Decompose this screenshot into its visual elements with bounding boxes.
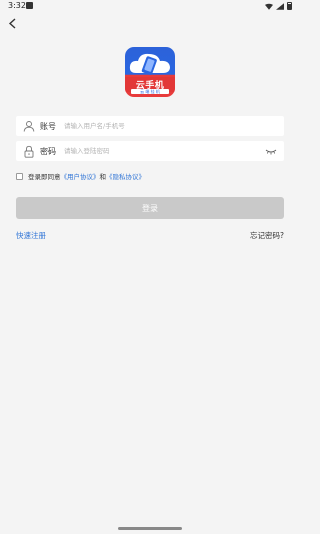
logo-subtitle: 云 端 挂 机 — [131, 89, 169, 94]
agreement-checkbox[interactable] — [16, 172, 23, 180]
gesture-nav-bar — [118, 527, 182, 530]
status-time: 3:32 — [8, 1, 26, 10]
back-icon — [8, 17, 15, 29]
user-agreement-link[interactable]: 《用户协议》 — [61, 171, 100, 181]
battery-icon — [287, 2, 292, 10]
wifi-icon — [265, 3, 273, 10]
account-label: 账号 — [40, 121, 56, 131]
signal-icon — [276, 2, 284, 10]
quick-register-link[interactable]: 快速注册 — [16, 230, 46, 241]
eye-closed-icon — [265, 149, 277, 154]
agreement-row: 登录即同意 《用户协议》 和 《隐私协议》 — [16, 171, 145, 181]
cloud-phone-icon — [129, 53, 170, 75]
account-field[interactable]: 账号 — [16, 116, 284, 136]
notification-icon — [26, 2, 33, 9]
forgot-password-link[interactable]: 忘记密码? — [250, 230, 284, 241]
app-logo: 云手机 云 端 挂 机 — [125, 47, 175, 97]
agreement-prefix: 登录即同意 — [28, 173, 61, 181]
privacy-policy-link[interactable]: 《隐私协议》 — [106, 171, 145, 181]
toggle-password-visibility[interactable] — [264, 146, 278, 156]
status-bar: 3:32 — [0, 0, 300, 12]
back-button[interactable] — [5, 16, 19, 30]
password-field[interactable]: 密码 — [16, 141, 284, 161]
account-input[interactable] — [64, 116, 284, 136]
user-icon — [22, 119, 36, 133]
login-button[interactable]: 登录 — [16, 197, 284, 219]
status-icons — [265, 2, 292, 10]
password-input[interactable] — [64, 141, 264, 161]
password-label: 密码 — [40, 146, 56, 156]
lock-icon — [22, 144, 36, 158]
